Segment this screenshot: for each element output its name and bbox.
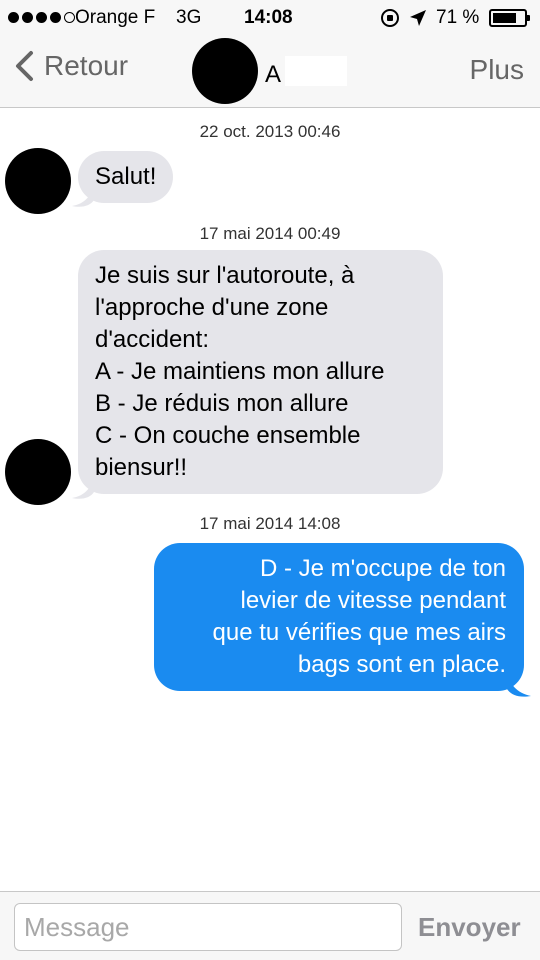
message-line: que tu vérifies que mes airs [212,619,506,646]
message-input-bar: Envoyer [0,891,540,960]
message-line: Salut! [95,163,157,190]
chevron-left-icon [16,51,33,81]
message-timestamp: 17 mai 2014 14:08 [199,514,341,533]
message-line: l'approche d'une zone [95,294,329,321]
status-bar: Orange F 3G 14:08 71 % [0,0,540,36]
back-button[interactable]: Retour [12,50,128,82]
sender-avatar[interactable] [5,148,71,214]
sender-avatar[interactable] [5,439,71,505]
signal-strength-icon [8,12,75,23]
message-input[interactable] [14,903,402,951]
incoming-message-bubble[interactable]: Salut! [78,151,174,203]
message-line: bags sont en place. [297,651,506,678]
status-time: 14:08 [244,7,293,28]
contact-avatar[interactable] [192,38,258,104]
network-type: 3G [176,7,202,28]
message-line: C - On couche ensemble [95,422,361,449]
navigation-bar: Retour A Plus [0,36,540,108]
message-line: D - Je m'occupe de ton [259,555,506,582]
message-line: levier de vitesse pendant [240,587,507,614]
incoming-message-bubble[interactable]: Je suis sur l'autoroute, à l'approche d'… [78,250,443,494]
message-line: d'accident: [95,326,209,353]
message-line: B - Je réduis mon allure [95,390,349,417]
battery-percentage: 71 % [436,7,480,28]
battery-icon [489,9,530,27]
message-line: biensur!! [95,454,188,481]
more-button[interactable]: Plus [470,54,524,86]
message-timestamp: 22 oct. 2013 00:46 [199,122,341,141]
contact-name[interactable]: A [265,61,281,89]
send-button[interactable]: Envoyer [418,912,521,943]
back-label: Retour [44,50,129,81]
location-arrow-icon [410,10,426,26]
message-line: A - Je maintiens mon allure [95,358,385,385]
carrier-name: Orange F [75,7,156,28]
message-timestamp: 17 mai 2014 00:49 [199,224,341,243]
rotation-lock-icon [381,9,399,27]
redaction-block [285,56,347,86]
outgoing-message-bubble[interactable]: D - Je m'occupe de ton levier de vitesse… [154,543,524,691]
message-line: Je suis sur l'autoroute, à [95,262,355,289]
